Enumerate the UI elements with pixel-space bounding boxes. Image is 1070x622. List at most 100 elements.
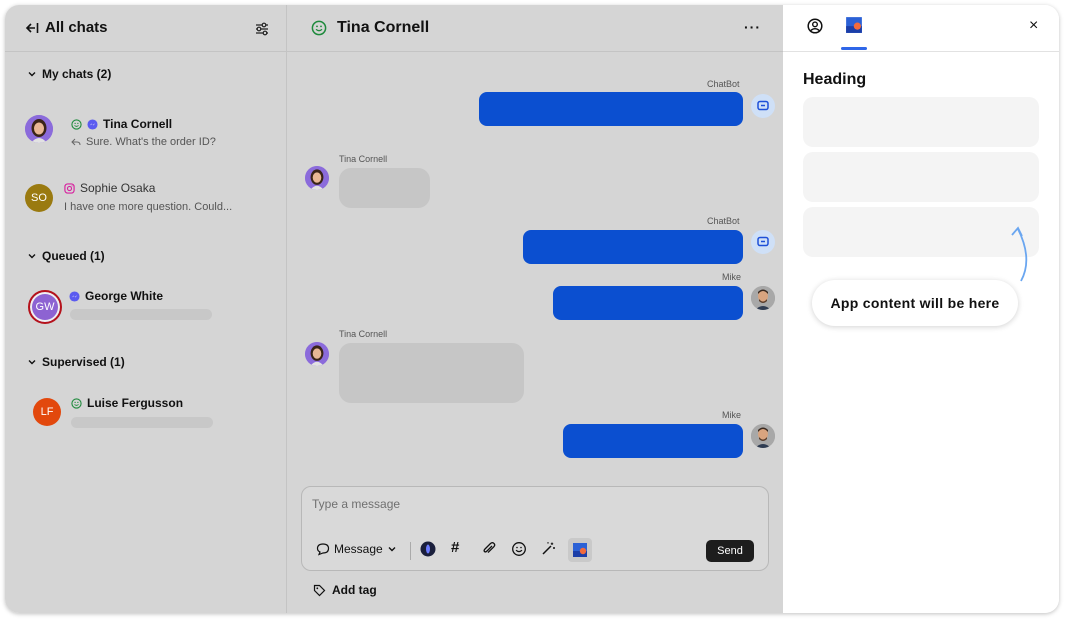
chat-item-tina-cornell[interactable]: Tina Cornell Sure. What's the order ID?: [5, 101, 287, 151]
toolbar-divider: [410, 542, 411, 560]
smile-icon: [71, 118, 82, 130]
message-author: ChatBot: [707, 216, 740, 226]
messenger-icon: [69, 290, 80, 302]
message-bubble: [523, 230, 743, 264]
chatbot-icon: [757, 236, 769, 247]
attachment-button[interactable]: [481, 541, 497, 557]
add-tag-label: Add tag: [332, 583, 377, 597]
content-placeholder-card: [803, 207, 1039, 257]
section-label: Queued (1): [42, 249, 105, 263]
emoji-button[interactable]: [511, 541, 527, 557]
avatar: GW: [28, 290, 62, 324]
all-chats-header[interactable]: All chats: [25, 19, 108, 36]
chevron-down-icon: [28, 254, 36, 259]
message-bubble: [339, 343, 524, 403]
app-logo-icon: [846, 17, 862, 33]
emoji-icon: [512, 542, 526, 556]
chat-name: Tina Cornell: [103, 117, 173, 131]
speech-bubble-icon: [316, 543, 330, 556]
section-supervised[interactable]: Supervised (1): [27, 355, 125, 369]
message-author: Mike: [722, 272, 742, 282]
message-bubble: [553, 286, 743, 320]
chat-preview-row: Sure. What's the order ID?: [71, 136, 216, 148]
chat-item-george-white[interactable]: GW George White: [5, 281, 287, 331]
avatar: LF: [33, 398, 61, 426]
person-photo-icon: [25, 115, 53, 143]
tag-icon: [313, 584, 326, 596]
message-mode-dropdown[interactable]: Message: [316, 542, 397, 556]
chat-name: George White: [85, 289, 164, 303]
hashtag-icon[interactable]: #: [451, 539, 459, 556]
details-panel: × Heading App content will be here: [783, 5, 1059, 613]
avatar: SO: [25, 184, 53, 212]
divider: [5, 51, 287, 52]
chat-list-panel: All chats My chats (2) Tina Cornell Sure…: [5, 5, 287, 613]
chevron-down-icon: [28, 360, 36, 365]
paperclip-icon: [483, 542, 496, 554]
message-author: ChatBot: [707, 79, 740, 89]
chatbot-avatar: [751, 230, 775, 254]
smile-icon: [311, 20, 327, 36]
person-photo-icon: [305, 166, 329, 190]
chat-name-row: George White: [69, 289, 163, 303]
message-input[interactable]: Type a message: [312, 497, 400, 511]
tina-avatar: [305, 342, 329, 366]
magic-wand-icon: [542, 542, 555, 555]
chatbot-avatar: [751, 94, 775, 118]
preview-placeholder: [71, 417, 213, 428]
chat-name: Sophie Osaka: [80, 181, 156, 195]
chat-name-row: Tina Cornell: [71, 117, 172, 131]
mike-avatar: [751, 286, 775, 310]
magic-wand-button[interactable]: [540, 541, 556, 557]
person-photo-icon: [751, 286, 775, 310]
close-icon[interactable]: ×: [1029, 17, 1038, 35]
message-author: Tina Cornell: [339, 329, 388, 339]
divider: [783, 51, 1059, 52]
avatar: [25, 115, 53, 143]
person-photo-icon: [751, 424, 775, 448]
messenger-icon: [87, 118, 98, 130]
chevron-down-icon: [28, 72, 36, 77]
message-author: Tina Cornell: [339, 154, 388, 164]
tab-app[interactable]: [845, 16, 863, 39]
send-button[interactable]: Send: [706, 540, 754, 562]
message-bubble: [479, 92, 743, 126]
smile-icon: [71, 397, 82, 409]
section-my-chats[interactable]: My chats (2): [27, 67, 111, 81]
person-photo-icon: [305, 342, 329, 366]
message-mode-label: Message: [334, 542, 383, 556]
content-placeholder-card: [803, 97, 1039, 147]
ai-orb-icon: [420, 541, 436, 557]
more-options-icon[interactable]: ···: [744, 19, 761, 35]
tab-profile[interactable]: [807, 18, 823, 39]
chat-preview-row: I have one more question. Could...: [64, 201, 232, 213]
conversation-panel: Tina Cornell ··· ChatBot Tina Cornell Ch…: [287, 5, 783, 613]
active-tab-indicator: [841, 47, 867, 50]
chat-name-row: Sophie Osaka: [64, 181, 155, 195]
add-tag-button[interactable]: Add tag: [313, 583, 377, 597]
section-label: My chats (2): [42, 67, 112, 81]
message-composer: Type a message Message # Send: [301, 486, 769, 571]
all-chats-title: All chats: [45, 19, 108, 36]
chat-item-luise-fergusson[interactable]: LF Luise Fergusson: [5, 389, 287, 439]
tina-avatar: [305, 166, 329, 190]
section-queued[interactable]: Queued (1): [27, 249, 105, 263]
chat-item-sophie-osaka[interactable]: SO Sophie Osaka I have one more question…: [5, 173, 287, 223]
reply-icon: [71, 138, 81, 146]
app-window: All chats My chats (2) Tina Cornell Sure…: [5, 5, 1059, 613]
filter-settings-icon[interactable]: [254, 21, 270, 37]
chat-preview: I have one more question. Could...: [64, 201, 233, 213]
message-bubble: [339, 168, 430, 208]
user-circle-icon: [807, 18, 823, 34]
chatbot-icon: [757, 100, 769, 111]
conversation-header: Tina Cornell: [311, 19, 429, 37]
section-label: Supervised (1): [42, 355, 125, 369]
app-logo-icon: [573, 543, 587, 557]
app-integration-button[interactable]: [568, 538, 592, 562]
ai-assist-button[interactable]: [420, 541, 436, 557]
mike-avatar: [751, 424, 775, 448]
collapse-arrow-icon: [25, 22, 39, 33]
content-placeholder-card: [803, 152, 1039, 202]
conversation-title: Tina Cornell: [337, 19, 430, 36]
chat-preview: Sure. What's the order ID?: [86, 136, 216, 148]
